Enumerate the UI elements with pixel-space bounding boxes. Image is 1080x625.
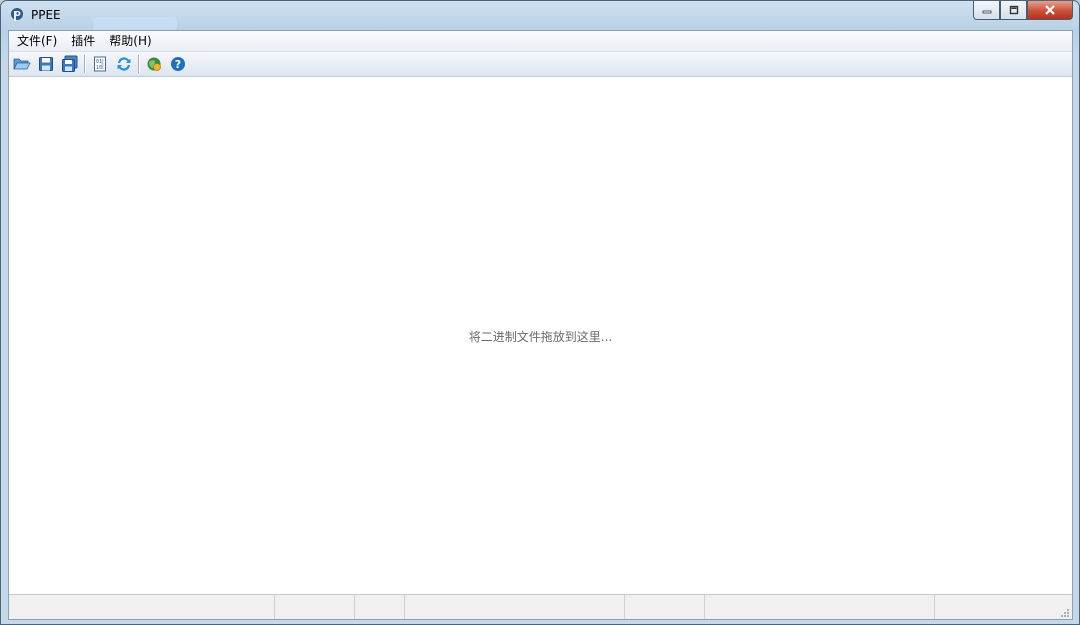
window-title: PPEE (31, 8, 61, 22)
svg-text:10: 10 (96, 65, 102, 71)
hex-view-button[interactable]: 01 10 (89, 53, 111, 75)
menu-help[interactable]: 帮助(H) (102, 31, 158, 51)
toolbar: 01 10 ? (9, 52, 1072, 77)
help-icon: ? (171, 57, 185, 71)
menu-bar: 文件(F) 插件 帮助(H) (9, 31, 1072, 52)
app-icon (9, 7, 25, 23)
save-all-button[interactable] (59, 53, 81, 75)
drop-hint: 将二进制文件拖放到这里... (468, 330, 613, 344)
status-pane (935, 595, 1072, 619)
status-bar (9, 594, 1072, 619)
background-ghost (93, 17, 177, 31)
maximize-button[interactable] (1000, 1, 1027, 20)
status-pane (9, 595, 275, 619)
refresh-icon (117, 57, 131, 71)
status-pane (405, 595, 625, 619)
caption-buttons (973, 1, 1073, 21)
refresh-button[interactable] (113, 53, 135, 75)
open-button[interactable] (11, 53, 33, 75)
title-bar[interactable]: PPEE (1, 1, 1079, 31)
plugin-button[interactable] (143, 53, 165, 75)
client-area: 文件(F) 插件 帮助(H) 01 10 ? 将二进制文件拖放到这里... (8, 30, 1073, 620)
save-icon (39, 57, 53, 71)
file-drop-area[interactable]: 将二进制文件拖放到这里... (9, 78, 1072, 594)
status-pane (355, 595, 405, 619)
help-button[interactable]: ? (167, 53, 189, 75)
maximize-icon (1009, 5, 1018, 15)
minimize-button[interactable] (973, 1, 1000, 20)
status-pane (625, 595, 705, 619)
app-window: PPEE 文件(F) 插件 帮助(H) 01 10 ? 将二进制文件拖放到这里.… (0, 0, 1080, 625)
hex-view-icon: 01 10 (94, 56, 106, 72)
open-icon (13, 58, 31, 70)
status-pane (275, 595, 355, 619)
save-button[interactable] (35, 53, 57, 75)
resize-grip-icon[interactable] (1060, 607, 1070, 617)
menu-plugins[interactable]: 插件 (64, 31, 102, 51)
menu-file[interactable]: 文件(F) (10, 31, 64, 51)
status-pane (705, 595, 935, 619)
close-button[interactable] (1027, 1, 1073, 20)
toolbar-separator (138, 55, 140, 73)
help-glyph: ? (175, 58, 181, 71)
plugin-icon (147, 57, 161, 71)
minimize-icon (982, 10, 991, 14)
close-icon (1045, 5, 1055, 15)
save-all-icon (62, 55, 78, 72)
toolbar-separator (84, 55, 86, 73)
